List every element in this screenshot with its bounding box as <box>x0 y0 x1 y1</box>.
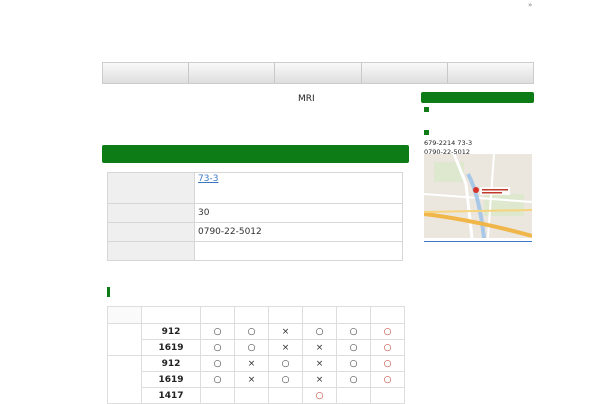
info-label <box>107 222 195 242</box>
mark-cell <box>234 387 269 404</box>
header-cell <box>268 306 303 324</box>
bullet-icon <box>424 107 429 112</box>
mark-cell <box>336 387 371 404</box>
info-label <box>107 203 195 223</box>
mark-cell: × <box>234 371 269 388</box>
header-cell <box>200 306 235 324</box>
mark-cell: ○ <box>268 355 303 372</box>
time-cell: 1619 <box>141 339 201 356</box>
info-label <box>107 172 195 204</box>
mark-cell: ○ <box>200 371 235 388</box>
mark-cell: ○ <box>302 387 337 404</box>
table-row: 1417 ○ <box>108 387 405 404</box>
mark-cell: × <box>302 355 337 372</box>
sidebar-heading-bar <box>421 92 534 103</box>
mark-cell: × <box>268 339 303 356</box>
mark-cell: ○ <box>268 371 303 388</box>
map-link-underline <box>424 241 532 242</box>
mark-cell: ○ <box>336 371 371 388</box>
schedule-table: 912 ○ ○ × ○ ○ ○ 1619 ○ ○ × × ○ ○ 912 ○ ×… <box>107 306 405 404</box>
header-cell <box>302 306 337 324</box>
nav-item-5[interactable] <box>448 63 533 83</box>
mark-cell <box>200 387 235 404</box>
mark-cell: ○ <box>302 323 337 340</box>
session-label <box>107 323 142 356</box>
bullet-icon <box>424 130 429 135</box>
info-value: 73-3 <box>194 172 403 204</box>
nav-item-2[interactable] <box>189 63 276 83</box>
info-value: 0790-22-5012 <box>194 222 403 242</box>
mark-cell: ○ <box>370 355 405 372</box>
time-cell: 912 <box>141 355 201 372</box>
info-row-other <box>107 241 403 261</box>
info-table: 73-3 30 0790-22-5012 <box>107 172 403 261</box>
table-row: 912 ○ ○ × ○ ○ ○ <box>107 323 405 356</box>
time-cell: 912 <box>141 323 201 340</box>
nav-item-3[interactable] <box>275 63 362 83</box>
schedule-header-row <box>107 306 405 324</box>
mark-cell: ○ <box>336 339 371 356</box>
header-cell <box>370 306 405 324</box>
nav-item-1[interactable] <box>103 63 190 83</box>
table-row: 912 ○ × ○ × ○ ○ <box>107 355 405 404</box>
mark-cell: ○ <box>200 355 235 372</box>
mark-cell: ○ <box>234 339 269 356</box>
session-label <box>107 355 142 404</box>
map-pin-icon <box>473 187 479 193</box>
info-row-beds: 30 <box>107 203 403 223</box>
time-cell: 1619 <box>141 371 201 388</box>
address-link[interactable]: 73-3 <box>198 174 218 184</box>
mark-cell: ○ <box>234 323 269 340</box>
info-value <box>194 241 403 261</box>
header-cell <box>141 306 201 324</box>
mark-cell: × <box>302 371 337 388</box>
map-graphic <box>424 154 532 238</box>
address-line: 679-2214 73-3 <box>424 139 473 147</box>
mark-cell: × <box>302 339 337 356</box>
mark-cell: × <box>234 355 269 372</box>
table-row: 1619 ○ ○ × × ○ ○ <box>108 339 405 356</box>
nav-item-4[interactable] <box>362 63 448 83</box>
mark-cell: ○ <box>370 371 405 388</box>
info-row-address: 73-3 <box>107 172 403 204</box>
info-value: 30 <box>194 203 403 223</box>
mark-cell: ○ <box>336 355 371 372</box>
mark-cell: × <box>268 323 303 340</box>
mark-cell <box>370 387 405 404</box>
section-heading-bar <box>102 145 409 163</box>
schedule-heading-mark <box>107 287 110 297</box>
mark-cell: ○ <box>200 339 235 356</box>
info-row-phone: 0790-22-5012 <box>107 222 403 242</box>
info-label <box>107 241 195 261</box>
mark-cell: ○ <box>370 323 405 340</box>
table-row: 1619 ○ × ○ × ○ ○ <box>108 371 405 388</box>
corner-mark[interactable]: » <box>528 1 532 9</box>
location-map[interactable] <box>424 154 532 238</box>
header-cell <box>336 306 371 324</box>
header-cell <box>107 306 142 324</box>
global-nav <box>102 62 534 84</box>
mark-cell: ○ <box>200 323 235 340</box>
mark-cell: ○ <box>370 339 405 356</box>
time-cell: 1417 <box>141 387 201 404</box>
mark-cell: ○ <box>336 323 371 340</box>
page-title: MRI <box>298 94 315 104</box>
header-cell <box>234 306 269 324</box>
mark-cell <box>268 387 303 404</box>
